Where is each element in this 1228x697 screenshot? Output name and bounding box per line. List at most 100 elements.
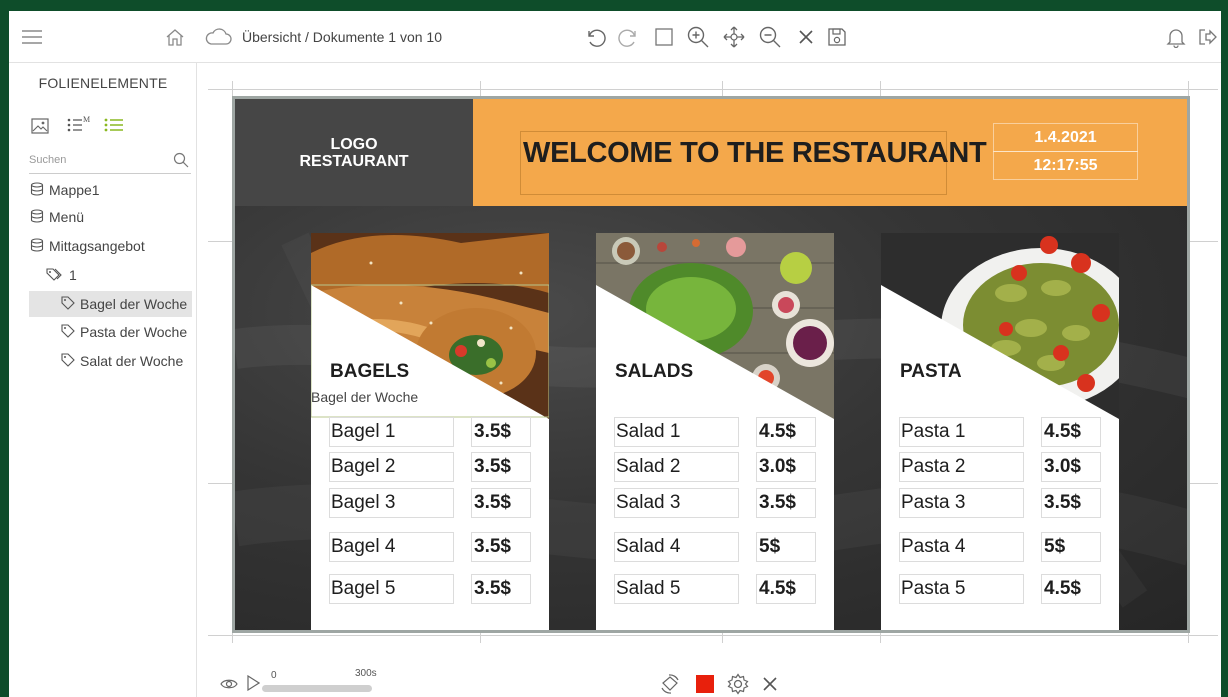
rotate-icon[interactable] [658, 673, 682, 695]
menu-row[interactable]: Pasta 3 3.5$ [899, 488, 1104, 518]
item-price: 3.5$ [1041, 488, 1101, 518]
bell-icon[interactable] [1164, 25, 1188, 49]
eye-icon[interactable] [218, 675, 240, 693]
list-green-icon[interactable] [101, 113, 127, 137]
home-icon[interactable] [163, 26, 187, 48]
menu-row[interactable]: Pasta 1 4.5$ [899, 417, 1104, 447]
item-name: Salad 1 [614, 417, 739, 447]
item-name: Bagel 4 [329, 532, 454, 562]
stop-button[interactable] [696, 675, 714, 693]
menu-row[interactable]: Salad 1 4.5$ [614, 417, 819, 447]
database-icon [30, 208, 44, 226]
date-display[interactable]: 1.4.2021 [993, 123, 1138, 152]
header-banner[interactable]: WELCOME TO THE RESTAURANT 1.4.2021 12:17… [473, 99, 1187, 206]
item-name: Bagel 5 [329, 574, 454, 604]
item-name: Salad 4 [614, 532, 739, 562]
cloud-icon[interactable] [203, 26, 233, 48]
timeline-slider[interactable] [262, 685, 372, 692]
tag-icon [61, 295, 75, 313]
logo-placeholder[interactable]: LOGO RESTAURANT [235, 99, 473, 206]
tree-item-menu[interactable]: Menü [30, 204, 84, 230]
card-heading: SALADS [615, 361, 694, 382]
logout-icon[interactable] [1195, 25, 1219, 49]
zoom-in-icon[interactable] [685, 24, 711, 50]
breadcrumb: Übersicht / Dokumente 1 von 10 [242, 29, 442, 45]
guide-line [208, 89, 1218, 90]
image-icon[interactable] [29, 115, 51, 137]
time-display[interactable]: 12:17:55 [993, 151, 1138, 180]
item-name: Pasta 3 [899, 488, 1024, 518]
menu-row[interactable]: Bagel 4 3.5$ [329, 532, 534, 562]
item-name: Salad 3 [614, 488, 739, 518]
item-price: 4.5$ [756, 417, 816, 447]
tree-item-mittagsangebot[interactable]: Mittagsangebot [30, 233, 145, 259]
menu-icon[interactable] [19, 27, 45, 47]
slide-canvas[interactable]: LOGO RESTAURANT WELCOME TO THE RESTAURAN… [198, 63, 1221, 647]
tree-item-label: Pasta der Woche [80, 324, 188, 340]
menu-row[interactable]: Salad 5 4.5$ [614, 574, 819, 604]
menu-card-pasta[interactable]: PASTA Pasta 1 4.5$ Pasta 2 3.0$ Pasta 3 3.5… [881, 233, 1119, 630]
menu-row[interactable]: Salad 3 3.5$ [614, 488, 819, 518]
menu-row[interactable]: Salad 2 3.0$ [614, 452, 819, 482]
svg-text:M: M [83, 115, 90, 124]
item-name: Salad 2 [614, 452, 739, 482]
timeline-start-label: 0 [271, 670, 277, 681]
item-price: 3.5$ [471, 488, 531, 518]
tree-item-group-1[interactable]: 1 [46, 262, 77, 288]
menu-row[interactable]: Bagel 3 3.5$ [329, 488, 534, 518]
menu-card-salads[interactable]: SALADS Salad 1 4.5$ Salad 2 3.0$ Salad 3 3.… [596, 233, 834, 630]
tree-item-pasta-der-woche[interactable]: Pasta der Woche [61, 319, 187, 345]
menu-row[interactable]: Bagel 5 3.5$ [329, 574, 534, 604]
tree-item-salat-der-woche[interactable]: Salat der Woche [61, 348, 183, 374]
salad-photo [596, 233, 834, 419]
search-icon[interactable] [172, 151, 190, 169]
tree-item-bagel-der-woche[interactable]: Bagel der Woche [29, 291, 192, 317]
redo-icon[interactable] [617, 25, 641, 49]
banner-title: WELCOME TO THE RESTAURANT [523, 137, 987, 169]
item-price: 4.5$ [756, 574, 816, 604]
item-price: 3.5$ [471, 417, 531, 447]
slide-elements-panel: FOLIENELEMENTE M Mappe1 Menü Mittagsange… [9, 63, 197, 697]
item-name: Pasta 5 [899, 574, 1024, 604]
item-price: 5$ [756, 532, 816, 562]
play-icon[interactable] [244, 673, 262, 693]
item-name: Bagel 2 [329, 452, 454, 482]
square-select-icon[interactable] [653, 26, 675, 48]
tree-item-label: 1 [69, 267, 77, 283]
search-input[interactable] [29, 148, 159, 166]
menu-row[interactable]: Bagel 1 3.5$ [329, 417, 534, 447]
menu-card-bagels[interactable]: BAGELS Bagel der Woche Bagel 1 3.5$ Bagel… [311, 233, 549, 630]
menu-row[interactable]: Salad 4 5$ [614, 532, 819, 562]
settings-icon[interactable] [726, 672, 750, 696]
top-toolbar: Übersicht / Dokumente 1 von 10 [9, 11, 1221, 63]
item-price: 4.5$ [1041, 417, 1101, 447]
close-icon[interactable] [760, 674, 780, 694]
undo-icon[interactable] [583, 25, 607, 49]
item-price: 3.5$ [471, 532, 531, 562]
tree-item-label: Bagel der Woche [80, 296, 188, 312]
menu-row[interactable]: Bagel 2 3.5$ [329, 452, 534, 482]
menu-row[interactable]: Pasta 2 3.0$ [899, 452, 1104, 482]
item-price: 3.5$ [471, 574, 531, 604]
item-price: 4.5$ [1041, 574, 1101, 604]
item-price: 3.0$ [756, 452, 816, 482]
item-name: Pasta 2 [899, 452, 1024, 482]
close-icon[interactable] [795, 26, 817, 48]
item-price: 5$ [1041, 532, 1101, 562]
save-icon[interactable] [825, 25, 849, 49]
item-name: Pasta 1 [899, 417, 1024, 447]
menu-row[interactable]: Pasta 4 5$ [899, 532, 1104, 562]
menu-row[interactable]: Pasta 5 4.5$ [899, 574, 1104, 604]
zoom-out-icon[interactable] [757, 24, 783, 50]
menu-board-slide[interactable]: LOGO RESTAURANT WELCOME TO THE RESTAURAN… [232, 96, 1190, 633]
tags-icon [46, 267, 64, 284]
timeline-end-label: 300s [355, 668, 377, 679]
item-price: 3.0$ [1041, 452, 1101, 482]
tree-item-mappe1[interactable]: Mappe1 [30, 177, 100, 203]
list-m-icon[interactable]: M [65, 113, 93, 137]
card-subtitle: Bagel der Woche [311, 389, 419, 405]
card-heading: BAGELS [330, 361, 410, 382]
card-heading: PASTA [900, 361, 962, 382]
move-icon[interactable] [721, 24, 747, 50]
tree-item-label: Mappe1 [49, 182, 100, 198]
